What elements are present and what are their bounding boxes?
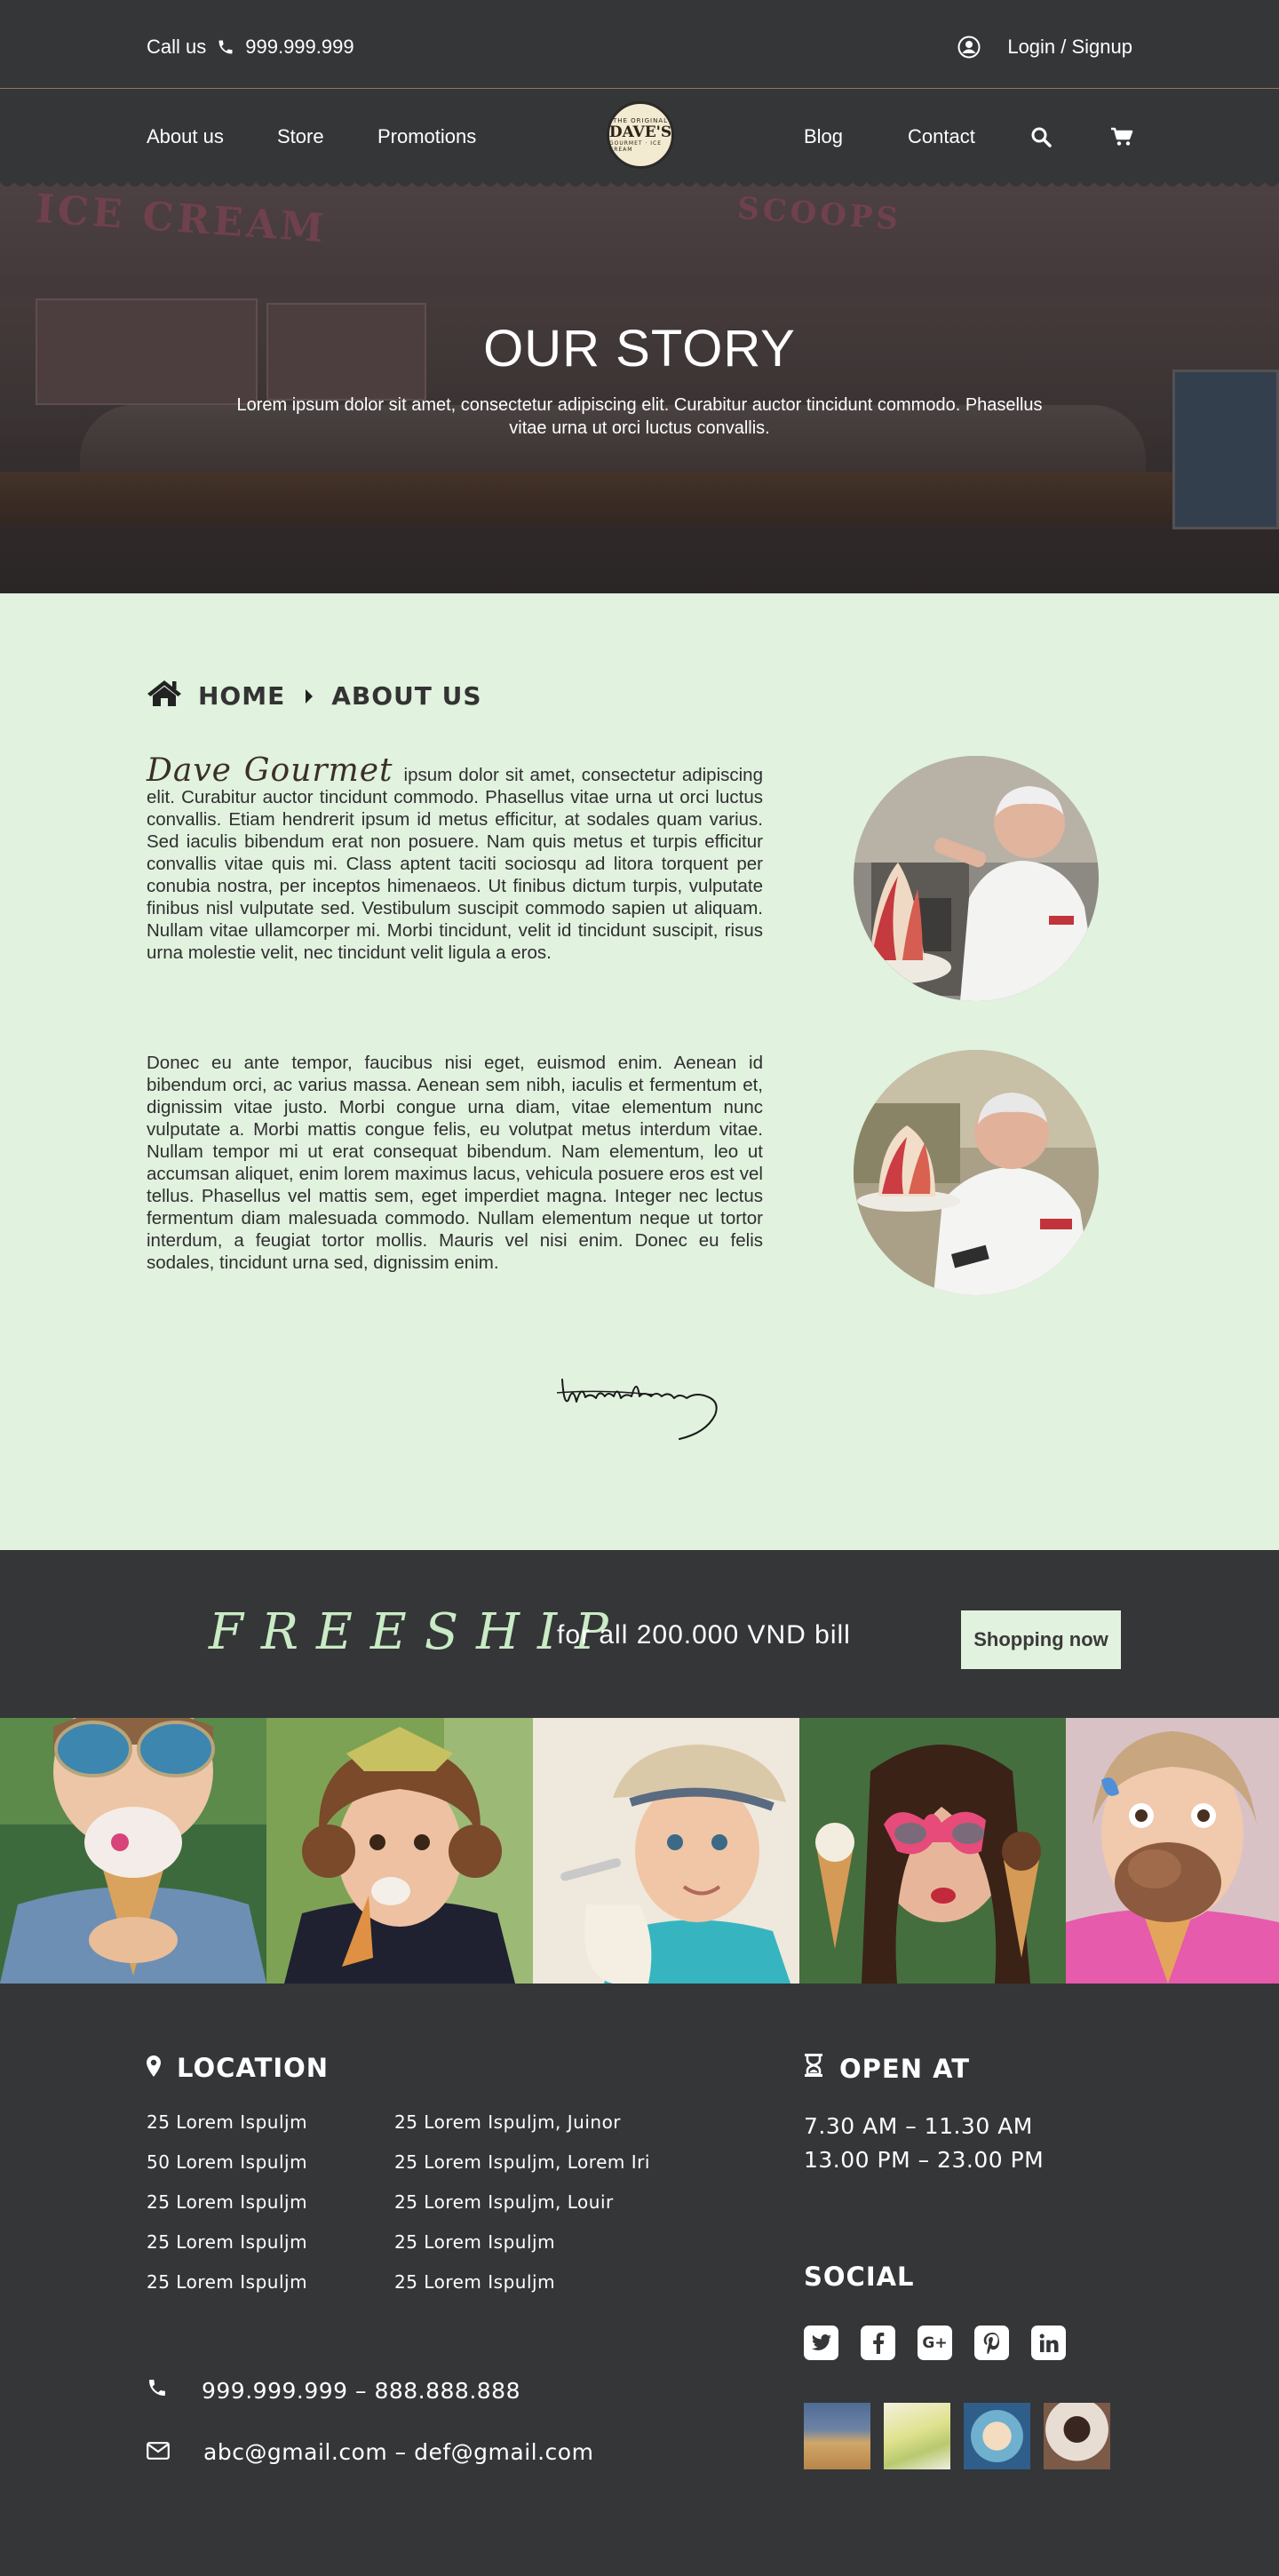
- nav-contact[interactable]: Contact: [908, 125, 975, 148]
- freeship-text: for all 200.000 VND bill: [557, 1620, 851, 1650]
- address-item: 25 Lorem Ispuljm: [394, 2231, 556, 2253]
- hourglass-icon: [804, 2053, 823, 2084]
- address-col-1: 25 Lorem Ispuljm 50 Lorem Ispuljm 25 Lor…: [147, 2111, 307, 2311]
- nav-store[interactable]: Store: [277, 125, 324, 148]
- main-nav: About us Store Promotions THE ORIGINAL D…: [0, 90, 1279, 182]
- address-item: 25 Lorem Ispuljm: [147, 2191, 308, 2213]
- freeship-banner: FREESHIP for all 200.000 VND bill Shoppi…: [0, 1550, 1279, 1718]
- address-item: 25 Lorem Ispuljm: [147, 2271, 308, 2293]
- location-heading: LOCATION: [147, 2053, 329, 2083]
- breadcrumb-current: ABOUT US: [331, 681, 482, 711]
- thumbnail-3[interactable]: [964, 2403, 1030, 2469]
- top-bar: Call us 999.999.999 Login / Signup: [0, 0, 1279, 89]
- social-title: SOCIAL: [804, 2262, 915, 2292]
- address-item: 25 Lorem Ispuljm: [394, 2271, 556, 2293]
- call-us: Call us 999.999.999: [147, 36, 354, 59]
- logo-name: DAVE'S: [608, 123, 672, 141]
- caret-right-icon: [305, 681, 314, 711]
- chef-photo-2: [854, 1050, 1099, 1295]
- gallery-photo-4: [799, 1718, 1066, 1984]
- nav-promotions[interactable]: Promotions: [377, 125, 476, 148]
- gallery-photo-3: [533, 1718, 799, 1984]
- signature: [556, 1379, 718, 1440]
- google-plus-icon[interactable]: G+: [918, 2326, 952, 2360]
- thumbnail-2[interactable]: [884, 2403, 950, 2469]
- login-signup-link[interactable]: Login / Signup: [1007, 36, 1132, 59]
- story-paragraph-1-text: ipsum dolor sit amet, consectetur adipis…: [147, 765, 763, 963]
- nav-blog[interactable]: Blog: [804, 125, 843, 148]
- breadcrumb-home[interactable]: HOME: [198, 681, 285, 711]
- story-paragraph-2: Donec eu ante tempor, faucibus nisi eget…: [147, 1053, 763, 1273]
- hero-banner: ICE CREAM SCOOPS OUR STORY Lorem ipsum d…: [0, 179, 1279, 593]
- address-item: 50 Lorem Ispuljm: [147, 2151, 308, 2173]
- login-area: Login / Signup: [957, 36, 1132, 59]
- phone-icon: [147, 2377, 168, 2404]
- social-thumbnails: [804, 2403, 1110, 2469]
- pinterest-icon[interactable]: [974, 2326, 1009, 2360]
- social-links: G+: [804, 2326, 1066, 2360]
- chef-photo-1: [854, 756, 1099, 1001]
- cart-icon[interactable]: [1110, 127, 1133, 151]
- map-marker-icon: [147, 2053, 161, 2083]
- hero-overlay: [0, 179, 1279, 593]
- gallery-photo-5: [1066, 1718, 1279, 1984]
- opening-hours: 7.30 AM – 11.30 AM 13.00 PM – 23.00 PM: [804, 2110, 1044, 2177]
- story-section: HOME ABOUT US Dave Gourmet ipsum dolor si…: [0, 593, 1279, 1550]
- logo-bottom-text: GOURMET · ICE CREAM: [609, 140, 663, 153]
- phone-icon: [217, 38, 234, 56]
- breadcrumb: HOME ABOUT US: [147, 679, 482, 713]
- hours-line: 7.30 AM – 11.30 AM: [804, 2113, 1033, 2139]
- user-icon[interactable]: [957, 36, 981, 59]
- hero-title: OUR STORY: [483, 320, 796, 378]
- thumbnail-1[interactable]: [804, 2403, 870, 2469]
- kids-gallery: [0, 1718, 1279, 1984]
- search-icon[interactable]: [1030, 126, 1052, 152]
- linkedin-icon[interactable]: [1031, 2326, 1066, 2360]
- gallery-photo-2: [266, 1718, 533, 1984]
- location-title: LOCATION: [177, 2053, 330, 2083]
- address-item: 25 Lorem Ispuljm, Lorem Iri: [394, 2151, 650, 2173]
- story-paragraph-1: Dave Gourmet ipsum dolor sit amet, consec…: [147, 755, 763, 964]
- call-label: Call us: [147, 36, 207, 58]
- footer: LOCATION 25 Lorem Ispuljm 50 Lorem Ispul…: [0, 1984, 1279, 2576]
- topbar-phone[interactable]: 999.999.999: [245, 36, 354, 59]
- address-col-2: 25 Lorem Ispuljm, Juinor 25 Lorem Ispulj…: [394, 2111, 650, 2311]
- envelope-icon: [147, 2439, 170, 2465]
- social-heading: SOCIAL: [804, 2262, 915, 2292]
- facebook-icon[interactable]: [861, 2326, 895, 2360]
- gallery-photo-1: [0, 1718, 266, 1984]
- hours-line: 13.00 PM – 23.00 PM: [804, 2147, 1045, 2173]
- home-icon[interactable]: [147, 679, 182, 713]
- address-item: 25 Lorem Ispuljm: [147, 2111, 308, 2133]
- daves-logo[interactable]: THE ORIGINAL DAVE'S GOURMET · ICE CREAM: [607, 101, 674, 169]
- shopping-now-button[interactable]: Shopping now: [961, 1610, 1121, 1669]
- open-at-title: OPEN AT: [839, 2053, 971, 2084]
- twitter-icon[interactable]: [804, 2326, 838, 2360]
- open-at-heading: OPEN AT: [804, 2053, 970, 2084]
- address-item: 25 Lorem Ispuljm, Louir: [394, 2191, 614, 2213]
- story-lead: Dave Gourmet: [147, 752, 393, 789]
- nav-about-us[interactable]: About us: [147, 125, 224, 148]
- address-item: 25 Lorem Ispuljm, Juinor: [394, 2111, 622, 2133]
- thumbnail-4[interactable]: [1044, 2403, 1110, 2469]
- footer-phone-text[interactable]: 999.999.999 – 888.888.888: [202, 2378, 520, 2404]
- hero-subtitle: Lorem ipsum dolor sit amet, consectetur …: [236, 395, 1043, 438]
- footer-email: abc@gmail.com – def@gmail.com: [147, 2439, 593, 2465]
- footer-email-text[interactable]: abc@gmail.com – def@gmail.com: [203, 2439, 593, 2465]
- footer-phone: 999.999.999 – 888.888.888: [147, 2377, 520, 2404]
- address-item: 25 Lorem Ispuljm: [147, 2231, 308, 2253]
